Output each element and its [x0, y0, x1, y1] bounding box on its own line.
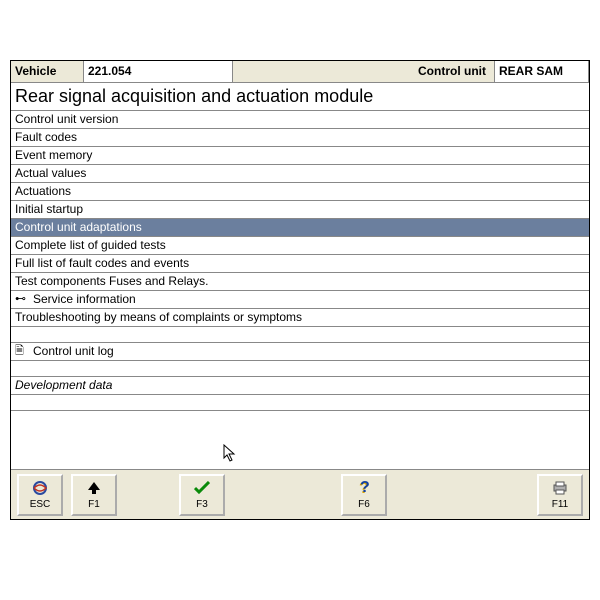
menu-item-fault-codes[interactable]: Fault codes [11, 129, 589, 147]
menu-item-actual-values[interactable]: Actual values [11, 165, 589, 183]
f11-button[interactable]: F11 [537, 474, 583, 516]
function-key-bar: ESC F1 F3 ?? F6 F11 [11, 469, 589, 519]
vehicle-value: 221.054 [83, 61, 233, 82]
menu-item-control-unit-log[interactable]: 🗎 Control unit log [11, 343, 589, 361]
menu-item-troubleshooting[interactable]: Troubleshooting by means of complaints o… [11, 309, 589, 327]
globe-icon [32, 479, 48, 497]
f6-button[interactable]: ?? F6 [341, 474, 387, 516]
header-bar: Vehicle 221.054 Control unit REAR SAM [11, 61, 589, 83]
menu-item-full-fault-list[interactable]: Full list of fault codes and events [11, 255, 589, 273]
check-icon [194, 479, 210, 497]
menu-list: Control unit version Fault codes Event m… [11, 111, 589, 469]
menu-item-development-data[interactable]: Development data [11, 377, 589, 395]
fkey-label: F6 [358, 499, 370, 510]
blank-row [11, 361, 589, 377]
blank-row [11, 395, 589, 411]
f1-button[interactable]: F1 [71, 474, 117, 516]
menu-item-label: Service information [33, 292, 136, 307]
vehicle-label: Vehicle [11, 61, 83, 82]
document-icon: 🗎 [15, 344, 29, 359]
page-title: Rear signal acquisition and actuation mo… [11, 83, 589, 111]
up-arrow-icon [87, 479, 101, 497]
blank-row [11, 327, 589, 343]
svg-text:?: ? [360, 480, 370, 496]
app-window: Vehicle 221.054 Control unit REAR SAM Re… [10, 60, 590, 520]
esc-button[interactable]: ESC [17, 474, 63, 516]
menu-item-actuations[interactable]: Actuations [11, 183, 589, 201]
fkey-label: F3 [196, 499, 208, 510]
header-spacer [233, 61, 414, 82]
menu-item-initial-startup[interactable]: Initial startup [11, 201, 589, 219]
control-unit-label: Control unit [414, 61, 494, 82]
control-unit-value: REAR SAM [494, 61, 589, 82]
menu-item-control-unit-version[interactable]: Control unit version [11, 111, 589, 129]
menu-item-test-components[interactable]: Test components Fuses and Relays. [11, 273, 589, 291]
wrench-icon: ⊷ [15, 292, 29, 307]
menu-item-event-memory[interactable]: Event memory [11, 147, 589, 165]
f3-button[interactable]: F3 [179, 474, 225, 516]
menu-item-label: Control unit log [33, 344, 114, 359]
blank-row [11, 411, 589, 427]
fkey-label: F11 [552, 499, 569, 510]
menu-item-service-information[interactable]: ⊷ Service information [11, 291, 589, 309]
printer-icon [552, 479, 568, 497]
fkey-label: F1 [88, 499, 100, 510]
menu-item-guided-tests[interactable]: Complete list of guided tests [11, 237, 589, 255]
menu-item-control-unit-adaptations[interactable]: Control unit adaptations [11, 219, 589, 237]
help-icon: ?? [357, 479, 371, 497]
fkey-label: ESC [30, 499, 51, 510]
